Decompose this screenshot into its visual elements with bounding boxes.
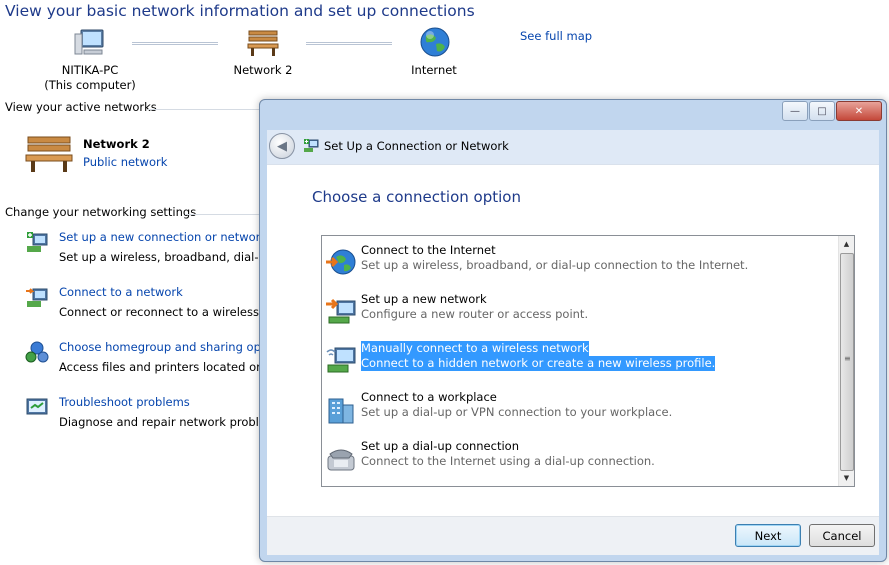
section-divider — [185, 214, 260, 215]
connection-options-list[interactable]: Connect to the Internet Set up a wireles… — [321, 235, 855, 487]
minimize-button[interactable]: — — [782, 101, 808, 121]
active-networks-heading: View your active networks — [5, 100, 157, 114]
setup-connection-dialog: — □ ✕ ◀ Set Up a Connection or Network C… — [259, 99, 887, 562]
map-connector-1 — [132, 42, 218, 45]
homegroup-icon — [25, 340, 49, 364]
map-connector-2 — [306, 42, 392, 45]
computer-name: NITIKA-PC — [61, 63, 119, 77]
section-divider — [148, 109, 260, 110]
dialog-title: Set Up a Connection or Network — [324, 139, 509, 153]
option-workplace[interactable]: Connect to a workplace Set up a dial-up … — [322, 385, 836, 433]
grip-icon: ≡ — [844, 354, 851, 363]
option-desc: Connect to the Internet using a dial-up … — [361, 454, 655, 468]
globe-icon — [325, 246, 357, 278]
setting-desc: Connect or reconnect to a wireless, wi — [59, 305, 279, 319]
see-full-map-link[interactable]: See full map — [520, 29, 592, 43]
dialog-content: Choose a connection option Connect to th… — [267, 164, 879, 517]
option-title: Manually connect to a wireless network — [361, 341, 589, 356]
workplace-icon — [325, 393, 357, 425]
option-title: Connect to a workplace — [361, 390, 497, 404]
network-type-link[interactable]: Public network — [83, 155, 167, 169]
router-icon — [325, 295, 357, 327]
option-desc: Set up a dial-up or VPN connection to yo… — [361, 405, 673, 419]
internet-node-label: Internet — [411, 63, 457, 77]
network-node-label: Network 2 — [233, 63, 293, 77]
setting-link-troubleshoot[interactable]: Troubleshoot problems — [59, 395, 190, 409]
network-bench-icon — [24, 134, 74, 174]
connect-network-icon — [25, 285, 49, 309]
scroll-thumb[interactable]: ≡ — [840, 253, 854, 471]
globe-icon — [419, 26, 451, 58]
phone-icon — [325, 442, 357, 474]
option-desc: Configure a new router or access point. — [361, 307, 589, 321]
wireless-computer-icon — [325, 344, 357, 376]
computer-node-label: NITIKA-PC (This computer) — [40, 63, 140, 93]
window-controls: — □ ✕ — [782, 101, 882, 121]
option-title: Set up a dial-up connection — [361, 439, 519, 453]
option-new-network[interactable]: Set up a new network Configure a new rou… — [322, 287, 836, 335]
network-setup-icon — [303, 138, 319, 154]
setting-desc: Diagnose and repair network problem — [59, 415, 278, 429]
troubleshoot-icon — [25, 395, 49, 419]
option-desc: Connect to a hidden network or create a … — [361, 356, 716, 371]
option-connect-internet[interactable]: Connect to the Internet Set up a wireles… — [322, 238, 836, 286]
setting-desc: Access files and printers located on ot — [59, 360, 279, 374]
scroll-down-arrow-icon[interactable]: ▼ — [839, 470, 854, 486]
bench-icon — [246, 28, 280, 58]
scroll-up-arrow-icon[interactable]: ▲ — [839, 236, 854, 252]
setting-desc: Set up a wireless, broadband, dial-up, — [59, 250, 277, 264]
computer-icon — [72, 28, 106, 58]
close-button[interactable]: ✕ — [836, 101, 882, 121]
next-button[interactable]: Next — [735, 524, 801, 547]
setting-link-new-connection[interactable]: Set up a new connection or network — [59, 230, 267, 244]
maximize-button[interactable]: □ — [809, 101, 835, 121]
option-title: Set up a new network — [361, 292, 487, 306]
back-arrow-button[interactable]: ◀ — [269, 133, 295, 159]
setting-link-homegroup[interactable]: Choose homegroup and sharing optio — [59, 340, 276, 354]
option-desc: Set up a wireless, broadband, or dial-up… — [361, 258, 749, 272]
cancel-button[interactable]: Cancel — [809, 524, 875, 547]
change-settings-heading: Change your networking settings — [5, 205, 197, 219]
choose-option-heading: Choose a connection option — [312, 188, 521, 206]
new-connection-icon — [25, 230, 49, 254]
options-scrollbar[interactable]: ▲ ≡ ▼ — [838, 236, 854, 486]
setting-link-connect-network[interactable]: Connect to a network — [59, 285, 183, 299]
active-network-name: Network 2 — [83, 137, 150, 151]
option-dial-up[interactable]: Set up a dial-up connection Connect to t… — [322, 434, 836, 482]
page-title: View your basic network information and … — [5, 2, 475, 20]
option-manual-wireless[interactable]: Manually connect to a wireless network C… — [322, 336, 836, 384]
computer-sub: (This computer) — [44, 78, 136, 92]
dialog-footer: Next Cancel — [267, 516, 879, 555]
option-title: Connect to the Internet — [361, 243, 496, 257]
